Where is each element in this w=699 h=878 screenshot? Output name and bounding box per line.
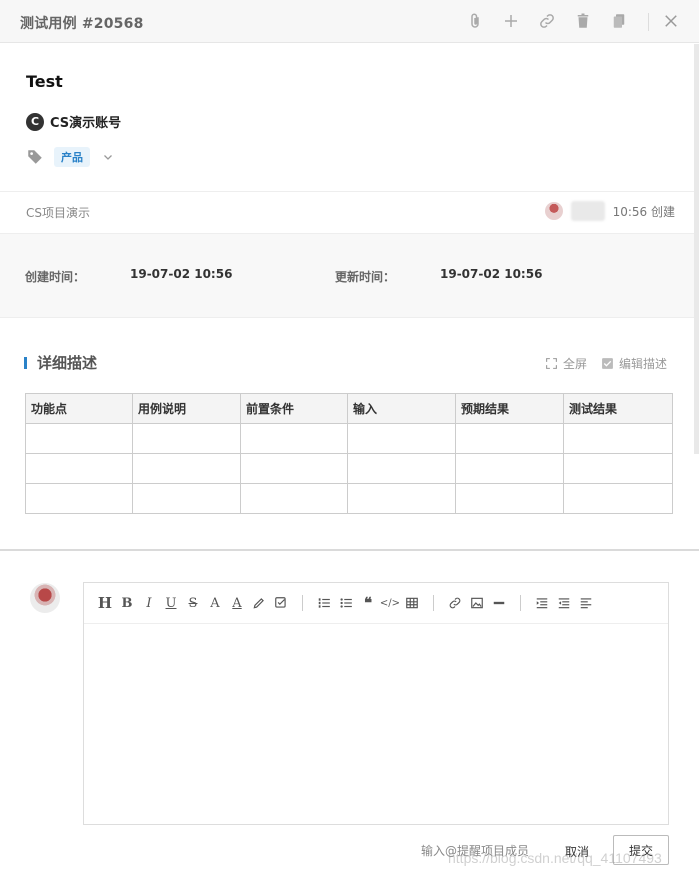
chevron-down-icon[interactable]: [102, 151, 114, 163]
outdent-icon[interactable]: [553, 592, 575, 614]
table-header-cell: 用例说明: [132, 393, 241, 424]
underline-icon[interactable]: U: [160, 592, 182, 614]
table-icon[interactable]: [401, 592, 423, 614]
highlight-pen-icon[interactable]: [248, 592, 270, 614]
table-cell: [563, 453, 673, 484]
table-header-cell: 测试结果: [563, 393, 673, 424]
background-color-icon[interactable]: A: [226, 592, 248, 614]
cancel-button[interactable]: 取消: [560, 840, 594, 862]
edit-description-button[interactable]: 编辑描述: [601, 355, 667, 372]
table-cell: [132, 453, 241, 484]
toolbar-separator: [520, 595, 521, 611]
table-cell: [455, 483, 564, 514]
table-cell: [25, 483, 133, 514]
checkbox-edit-icon: [601, 357, 614, 370]
section-accent-bar: [24, 356, 27, 369]
link-icon[interactable]: [444, 592, 466, 614]
section-actions: 全屏 编辑描述: [545, 355, 667, 372]
toolbar-separator: [302, 595, 303, 611]
case-title: Test: [26, 72, 63, 91]
meta-divider: [0, 191, 699, 192]
creator-avatar: [544, 202, 563, 220]
updated-label: 更新时间：: [335, 270, 396, 284]
close-icon[interactable]: [661, 11, 681, 31]
paperclip-icon[interactable]: [465, 11, 485, 31]
header-divider: [648, 13, 649, 31]
project-name[interactable]: CS项目演示: [26, 204, 90, 221]
table-row: [25, 483, 673, 514]
bold-icon[interactable]: B: [116, 592, 138, 614]
quote-icon[interactable]: ❝: [357, 592, 379, 614]
table-header-cell: 功能点: [25, 393, 133, 424]
ordered-list-icon[interactable]: [313, 592, 335, 614]
table-cell: [455, 423, 564, 454]
editor-toolbar: H B I U S A A ❝ </>: [84, 583, 668, 624]
submit-button[interactable]: 提交: [613, 835, 669, 865]
table-cell: [240, 483, 348, 514]
horizontal-rule-icon[interactable]: [488, 592, 510, 614]
table-cell: [132, 423, 241, 454]
current-user-avatar: [30, 583, 60, 613]
fullscreen-label: 全屏: [562, 357, 587, 371]
font-color-icon[interactable]: A: [204, 592, 226, 614]
table-row: [25, 453, 673, 484]
table-header-cell: 前置条件: [240, 393, 348, 424]
fullscreen-button[interactable]: 全屏: [545, 355, 587, 372]
time-panel: 创建时间： 19-07-02 10:56 更新时间： 19-07-02 10:5…: [0, 233, 699, 318]
updated-value: 19-07-02 10:56: [440, 267, 543, 281]
comment-divider: [0, 549, 699, 551]
mention-hint: 输入@提醒项目成员: [421, 844, 530, 858]
table-cell: [25, 423, 133, 454]
trash-icon[interactable]: [573, 11, 593, 31]
dialog-header: 测试用例 #20568: [0, 0, 699, 43]
test-case-table: 功能点 用例说明 前置条件 输入 预期结果 测试结果: [25, 393, 673, 514]
created-value: 19-07-02 10:56: [130, 267, 233, 281]
fullscreen-icon: [545, 357, 558, 370]
account-badge-icon: C: [26, 112, 44, 131]
table-header-row: 功能点 用例说明 前置条件 输入 预期结果 测试结果: [25, 393, 673, 424]
table-header-cell: 预期结果: [455, 393, 564, 424]
section-title: 详细描述: [37, 354, 98, 372]
table-row: [25, 423, 673, 454]
table-cell: [347, 483, 456, 514]
table-cell: [132, 483, 241, 514]
created-time-label: 10:56 创建: [612, 204, 675, 219]
creator-name-blurred: [570, 201, 605, 221]
table-cell: [455, 453, 564, 484]
checklist-icon[interactable]: [270, 592, 292, 614]
indent-icon[interactable]: [531, 592, 553, 614]
description-section-header: 详细描述: [24, 352, 97, 373]
account-row: C CS演示账号: [26, 112, 121, 131]
heading-icon[interactable]: H: [94, 592, 116, 614]
italic-icon[interactable]: I: [138, 592, 160, 614]
link-icon[interactable]: [537, 11, 557, 31]
product-tag[interactable]: 产品: [54, 147, 90, 167]
image-icon[interactable]: [466, 592, 488, 614]
table-header-cell: 输入: [347, 393, 456, 424]
copy-icon[interactable]: [609, 11, 629, 31]
table-cell: [347, 453, 456, 484]
toolbar-separator: [433, 595, 434, 611]
creator-info: 10:56 创建: [544, 201, 675, 221]
scrollbar[interactable]: [694, 44, 699, 454]
table-cell: [25, 453, 133, 484]
table-cell: [240, 453, 348, 484]
table-cell: [240, 423, 348, 454]
account-name[interactable]: CS演示账号: [50, 112, 121, 131]
dialog-title: 测试用例 #20568: [20, 16, 144, 32]
bullet-list-icon[interactable]: [335, 592, 357, 614]
comment-editor: H B I U S A A ❝ </>: [83, 582, 669, 825]
code-icon[interactable]: </>: [379, 592, 401, 614]
edit-description-label: 编辑描述: [618, 357, 667, 371]
tag-icon: [26, 148, 44, 166]
plus-icon[interactable]: [501, 11, 521, 31]
table-cell: [563, 423, 673, 454]
created-label: 创建时间：: [25, 270, 86, 284]
strikethrough-icon[interactable]: S: [182, 592, 204, 614]
table-cell: [347, 423, 456, 454]
align-icon[interactable]: [575, 592, 597, 614]
comment-textarea[interactable]: [84, 624, 668, 824]
table-cell: [563, 483, 673, 514]
tag-row: 产品: [26, 147, 114, 167]
